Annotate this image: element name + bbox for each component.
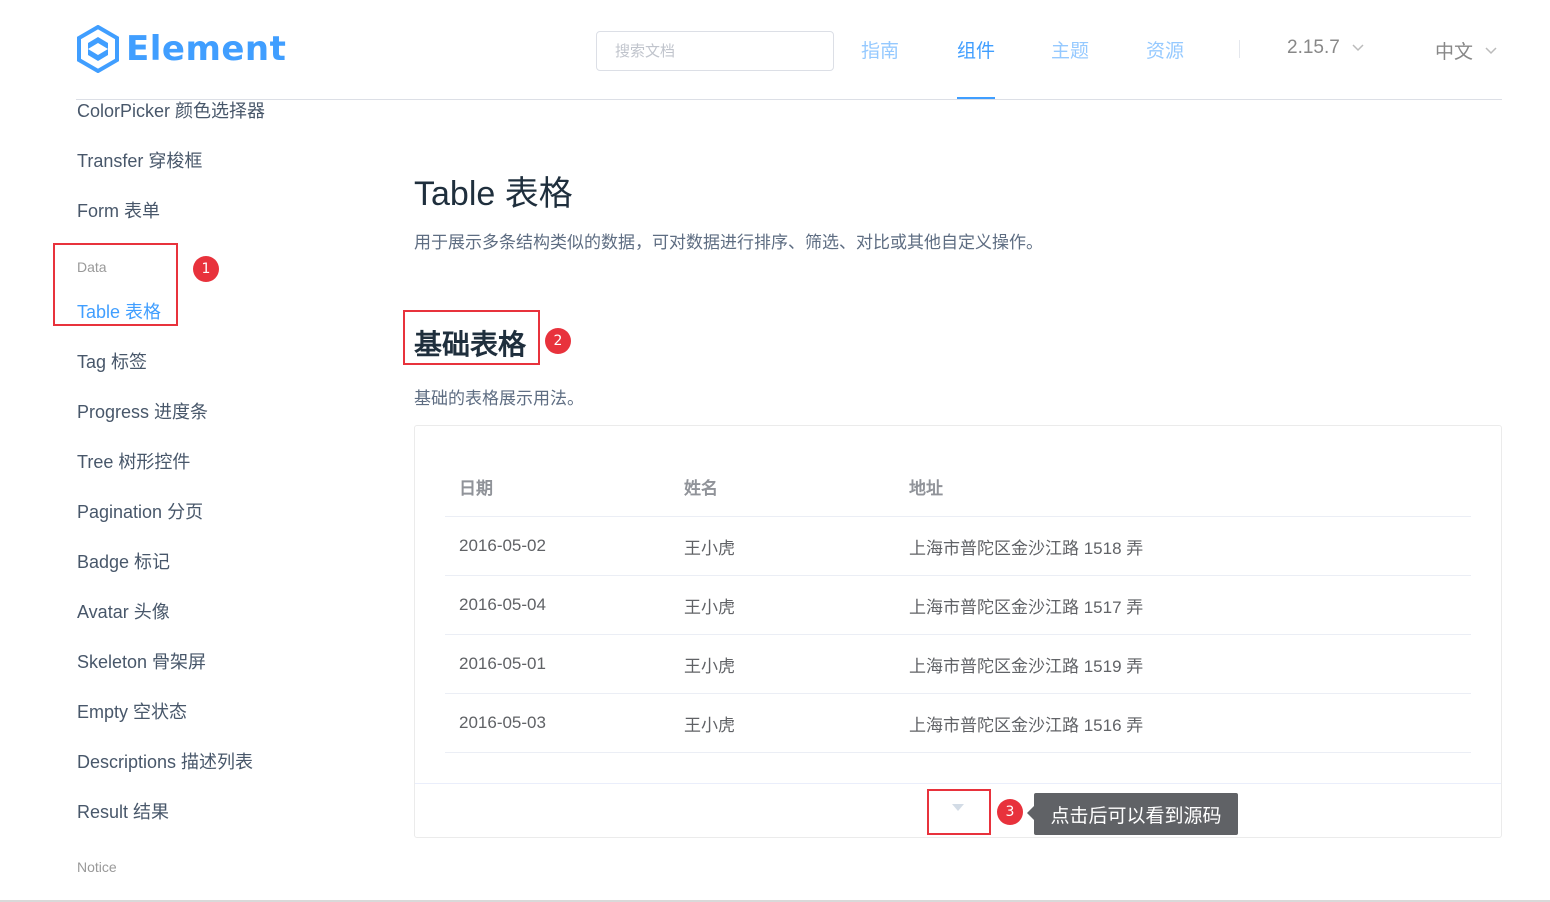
sidebar-item-badge[interactable]: Badge 标记: [77, 548, 170, 574]
sidebar-item-pagination[interactable]: Pagination 分页: [77, 498, 203, 524]
table-cell-name: 王小虎: [684, 656, 735, 676]
table-cell-address: 上海市普陀区金沙江路 1518 弄: [909, 538, 1144, 558]
section-description: 基础的表格展示用法。: [414, 389, 584, 408]
annotation-box-expand: [927, 789, 991, 835]
annotation-box-sidebar-table: [53, 243, 178, 326]
table-cell-date: 2016-05-01: [459, 654, 546, 673]
table-row: 2016-05-03 王小虎 上海市普陀区金沙江路 1516 弄: [445, 694, 1471, 753]
page-description: 用于展示多条结构类似的数据，可对数据进行排序、筛选、对比或其他自定义操作。: [414, 233, 1043, 252]
chevron-down-icon: [1485, 46, 1497, 54]
page-title: Table 表格: [414, 175, 573, 213]
version-label: 2.15.7: [1287, 37, 1340, 58]
sidebar: ColorPicker 颜色选择器 Transfer 穿梭框 Form 表单 D…: [77, 0, 377, 902]
sidebar-item-skeleton[interactable]: Skeleton 骨架屏: [77, 648, 206, 674]
nav-guide[interactable]: 指南: [861, 36, 899, 63]
sidebar-item-form[interactable]: Form 表单: [77, 197, 160, 223]
nav-theme[interactable]: 主题: [1051, 36, 1089, 63]
table-header-row: 日期 姓名 地址: [445, 456, 1471, 517]
sidebar-item-empty[interactable]: Empty 空状态: [77, 698, 187, 724]
search-input[interactable]: [596, 31, 834, 71]
sidebar-item-progress[interactable]: Progress 进度条: [77, 398, 208, 424]
sidebar-item-tree[interactable]: Tree 树形控件: [77, 448, 190, 474]
sidebar-item-result[interactable]: Result 结果: [77, 798, 169, 824]
table-header-name: 姓名: [684, 478, 718, 498]
annotation-badge-1: 1: [193, 256, 219, 282]
language-label: 中文: [1435, 42, 1474, 63]
table-cell-date: 2016-05-03: [459, 713, 546, 732]
nav-separator: [1239, 40, 1240, 58]
nav-resource[interactable]: 资源: [1146, 36, 1184, 63]
sidebar-group-notice: Notice: [77, 859, 117, 875]
table-cell-name: 王小虎: [684, 715, 735, 735]
tooltip-view-source: 点击后可以看到源码: [1034, 793, 1238, 835]
sidebar-item-descriptions[interactable]: Descriptions 描述列表: [77, 748, 253, 774]
table-cell-name: 王小虎: [684, 538, 735, 558]
data-table: 日期 姓名 地址 2016-05-02 王小虎 上海市普陀区金沙江路 1518 …: [445, 456, 1471, 753]
table-cell-name: 王小虎: [684, 597, 735, 617]
table-row: 2016-05-01 王小虎 上海市普陀区金沙江路 1519 弄: [445, 635, 1471, 694]
sidebar-item-tag[interactable]: Tag 标签: [77, 348, 147, 374]
sidebar-item-transfer[interactable]: Transfer 穿梭框: [77, 147, 202, 173]
table-row: 2016-05-02 王小虎 上海市普陀区金沙江路 1518 弄: [445, 517, 1471, 576]
sidebar-item-avatar[interactable]: Avatar 头像: [77, 598, 170, 624]
table-row: 2016-05-04 王小虎 上海市普陀区金沙江路 1517 弄: [445, 576, 1471, 635]
annotation-badge-3: 3: [997, 799, 1023, 825]
chevron-down-icon: [1352, 44, 1364, 52]
nav-component[interactable]: 组件: [957, 36, 995, 63]
annotation-badge-2: 2: [545, 328, 571, 354]
version-dropdown[interactable]: 2.15.7: [1287, 37, 1364, 59]
table-cell-date: 2016-05-02: [459, 536, 546, 555]
sidebar-item-colorpicker[interactable]: ColorPicker 颜色选择器: [77, 97, 265, 123]
demo-block: 日期 姓名 地址 2016-05-02 王小虎 上海市普陀区金沙江路 1518 …: [414, 425, 1502, 838]
table-header-address: 地址: [909, 478, 943, 498]
table-cell-address: 上海市普陀区金沙江路 1519 弄: [909, 656, 1144, 676]
table-cell-address: 上海市普陀区金沙江路 1516 弄: [909, 715, 1144, 735]
table-header-date: 日期: [459, 478, 493, 498]
tooltip-arrow: [1027, 806, 1034, 820]
table-cell-address: 上海市普陀区金沙江路 1517 弄: [909, 597, 1144, 617]
language-dropdown[interactable]: 中文: [1435, 37, 1497, 64]
annotation-box-section-title: [403, 310, 540, 365]
table-cell-date: 2016-05-04: [459, 595, 546, 614]
